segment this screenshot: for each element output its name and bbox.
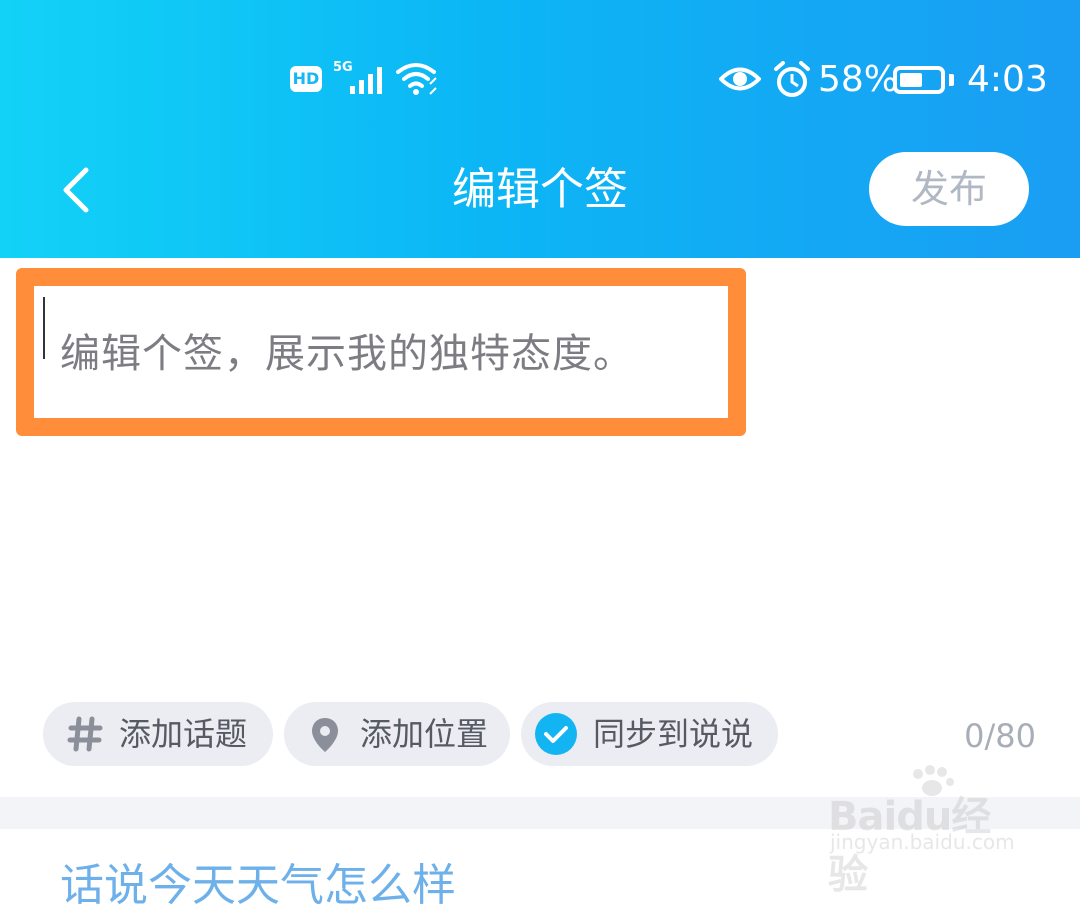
signal-icon: [350, 67, 382, 94]
watermark-sub: jingyan.baidu.com: [830, 830, 1015, 854]
add-topic-label: 添加话题: [119, 715, 248, 753]
add-location-chip[interactable]: 添加位置: [284, 702, 510, 766]
cut-off-text: 话说今天天气怎么样: [60, 860, 456, 911]
battery-cap: [949, 74, 954, 86]
signature-input[interactable]: 编辑个签，展示我的独特态度。: [16, 268, 746, 436]
check-circle-icon: [535, 713, 577, 755]
watermark: Baidu经验 jingyan.baidu.com: [828, 764, 1028, 898]
status-bar: HD 5G 58% 4:03: [0, 50, 1080, 114]
battery-fill: [900, 73, 922, 87]
add-location-label: 添加位置: [360, 715, 489, 753]
sync-to-shuoshuo-label: 同步到说说: [593, 715, 754, 753]
clock: 4:03: [967, 59, 1048, 100]
header-bar: HD 5G 58% 4:03 编辑个签 发布: [0, 0, 1080, 258]
battery-icon: [893, 66, 945, 94]
add-topic-chip[interactable]: 添加话题: [43, 702, 273, 766]
wifi-icon: [396, 63, 437, 95]
hd-badge: HD: [290, 66, 322, 92]
battery-percent: 58%: [818, 59, 899, 100]
sync-to-shuoshuo-chip[interactable]: 同步到说说: [521, 702, 778, 766]
signature-placeholder: 编辑个签，展示我的独特态度。: [60, 331, 634, 377]
eye-comfort-icon: [719, 67, 761, 91]
char-counter: 0/80: [964, 717, 1036, 755]
alarm-icon: [774, 61, 810, 97]
text-caret: [43, 297, 45, 359]
publish-button[interactable]: 发布: [869, 152, 1029, 226]
location-pin-icon: [312, 718, 338, 752]
hash-icon: [67, 716, 103, 752]
